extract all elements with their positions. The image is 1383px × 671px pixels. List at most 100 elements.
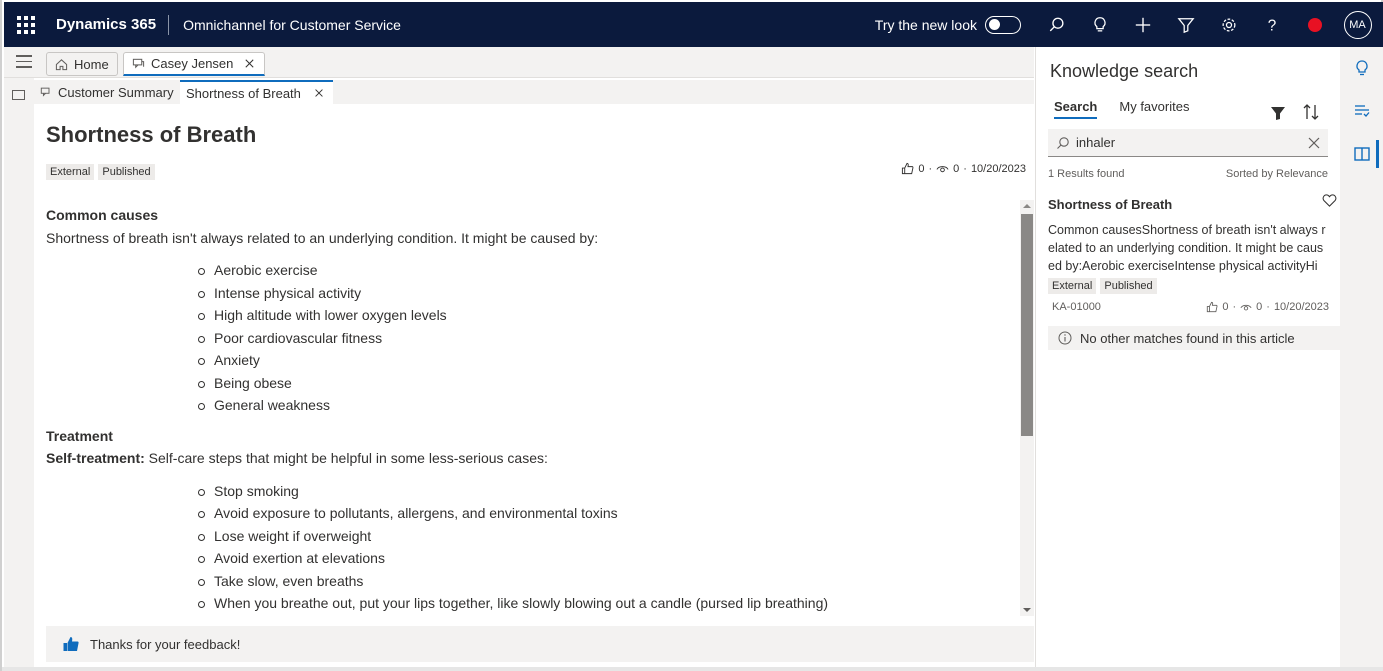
help-button[interactable]: ?: [1250, 2, 1293, 47]
smart-assist-icon[interactable]: [1353, 59, 1371, 77]
app-name[interactable]: Dynamics 365: [48, 14, 170, 35]
session-tab-home-label: Home: [74, 56, 109, 72]
right-app-rail: [1340, 47, 1383, 667]
scroll-down-arrow-icon[interactable]: [1023, 608, 1031, 612]
left-rail: [4, 78, 34, 668]
tab-shortness-of-breath[interactable]: Shortness of Breath: [180, 80, 333, 104]
thumbs-up-filled-icon: [63, 637, 79, 651]
home-icon: [55, 58, 68, 70]
separator: ·: [963, 162, 967, 175]
close-icon[interactable]: [243, 57, 256, 70]
list-item: Intense physical activity: [196, 282, 1006, 305]
list-item: Aerobic exercise: [196, 259, 1006, 282]
app-frame: Dynamics 365 Omnichannel for Customer Se…: [0, 0, 1383, 671]
filter-icon: [1176, 17, 1195, 33]
settings-button[interactable]: [1207, 2, 1250, 47]
tag-published: Published: [98, 164, 155, 180]
help-icon: ?: [1267, 17, 1276, 34]
new-look-label: Try the new look: [874, 16, 977, 33]
result-likes: 0: [1222, 301, 1229, 313]
scrollbar-thumb[interactable]: [1021, 214, 1033, 436]
section-common-causes-text: Shortness of breath isn't always related…: [46, 229, 599, 246]
presence-button[interactable]: [1293, 2, 1336, 47]
new-look-toggle[interactable]: [985, 15, 1021, 34]
self-treatment-label: Self-treatment:: [46, 450, 145, 466]
search-icon: [1049, 17, 1064, 31]
list-item: General weakness: [196, 394, 1006, 417]
list-item: When you breathe out, put your lips toge…: [196, 592, 1006, 615]
tab-customer-summary[interactable]: Customer Summary: [34, 80, 180, 104]
productivity-pane-icon[interactable]: [1353, 102, 1371, 120]
separator: ·: [1266, 301, 1270, 313]
scroll-up-arrow-icon[interactable]: [1023, 204, 1031, 208]
self-treatment-text: Self-care steps that might be helpful in…: [144, 450, 548, 466]
session-tab-home[interactable]: Home: [46, 52, 118, 76]
result-title[interactable]: Shortness of Breath: [1048, 197, 1172, 212]
clear-search-icon[interactable]: [1308, 137, 1320, 149]
chat-icon: [40, 87, 50, 97]
article-likes: 0: [918, 162, 925, 175]
self-treatment-paragraph: Self-treatment: Self-care steps that mig…: [46, 447, 1006, 470]
separator: ·: [1232, 301, 1237, 313]
causes-list: Aerobic exercise Intense physical activi…: [46, 259, 1006, 417]
svg-text:?: ?: [1267, 17, 1276, 34]
app-launcher-button[interactable]: [4, 2, 48, 47]
knowledge-search-panel: Knowledge search Search My favorites 1 R…: [1035, 47, 1340, 667]
result-meta: 0 · 0 · 10/20/2023: [1206, 301, 1329, 313]
list-item: Anxiety: [196, 349, 1006, 372]
search-button[interactable]: [1035, 2, 1078, 47]
knowledge-search-box: [1048, 129, 1328, 157]
article-date: 10/20/2023: [970, 162, 1026, 175]
panel-toggle-icon[interactable]: [12, 90, 25, 100]
profile-button[interactable]: MA: [1336, 2, 1379, 47]
session-tab-casey-label: Casey Jensen: [151, 56, 234, 71]
knowledge-book-icon[interactable]: [1353, 145, 1371, 163]
top-nav-bar: Dynamics 365 Omnichannel for Customer Se…: [4, 2, 1383, 47]
filter-icon[interactable]: [1270, 105, 1286, 121]
info-icon: [1058, 331, 1072, 345]
active-pane-indicator: [1376, 140, 1379, 168]
feedback-bar: Thanks for your feedback!: [46, 626, 1034, 662]
result-snippet: Common causesShortness of breath isn't a…: [1048, 223, 1326, 273]
session-bar: Home Casey Jensen: [4, 47, 1034, 78]
article-body: Common causes Shortness of breath isn't …: [46, 202, 1006, 616]
article-scrollbar[interactable]: [1020, 200, 1034, 616]
close-icon[interactable]: [313, 87, 325, 99]
knowledge-search-title: Knowledge search: [1050, 61, 1199, 81]
presence-busy-icon: [1307, 17, 1322, 32]
list-item: Poor cardiovascular fitness: [196, 327, 1006, 350]
list-item: Take slow, even breaths: [196, 570, 1006, 593]
chat-icon: [132, 58, 145, 69]
list-item: Stop smoking: [196, 480, 1006, 503]
feedback-text: Thanks for your feedback!: [90, 636, 241, 652]
list-item: Lose weight if overweight: [196, 525, 1006, 548]
views-icon: [1240, 304, 1252, 311]
tag-external: External: [46, 164, 95, 180]
tab-search[interactable]: Search: [1054, 99, 1098, 119]
new-button[interactable]: [1121, 2, 1164, 47]
favorite-heart-icon[interactable]: [1322, 193, 1337, 208]
section-heading-common-causes: Common causes: [46, 207, 159, 223]
filter-button[interactable]: [1164, 2, 1207, 47]
article-meta: 0 · 0 · 10/20/2023: [901, 162, 1026, 175]
article-views: 0: [953, 162, 960, 175]
treatment-steps-list: Stop smoking Avoid exposure to pollutant…: [46, 480, 1006, 615]
app-area-name: Omnichannel for Customer Service: [183, 16, 401, 33]
sort-icon[interactable]: [1302, 103, 1320, 121]
knowledge-search-input[interactable]: [1076, 135, 1302, 150]
no-matches-notice: No other matches found in this article: [1048, 326, 1340, 350]
session-tab-casey-jensen[interactable]: Casey Jensen: [123, 52, 266, 76]
ideas-button[interactable]: [1078, 2, 1121, 47]
tab-shortness-of-breath-label: Shortness of Breath: [186, 85, 301, 101]
bottom-border: [2, 667, 1383, 671]
result-tags: External Published: [1048, 278, 1157, 294]
search-result-card[interactable]: Shortness of Breath Common causesShortne…: [1036, 187, 1341, 327]
tag-external: External: [1048, 278, 1097, 294]
tag-published: Published: [1100, 278, 1157, 294]
hamburger-menu-icon[interactable]: [16, 55, 32, 69]
avatar: MA: [1343, 10, 1372, 39]
thumbs-up-icon: [902, 162, 914, 175]
tab-my-favorites[interactable]: My favorites: [1119, 99, 1189, 119]
sorted-by-label[interactable]: Sorted by Relevance: [1226, 168, 1328, 180]
waffle-icon: [17, 15, 35, 34]
